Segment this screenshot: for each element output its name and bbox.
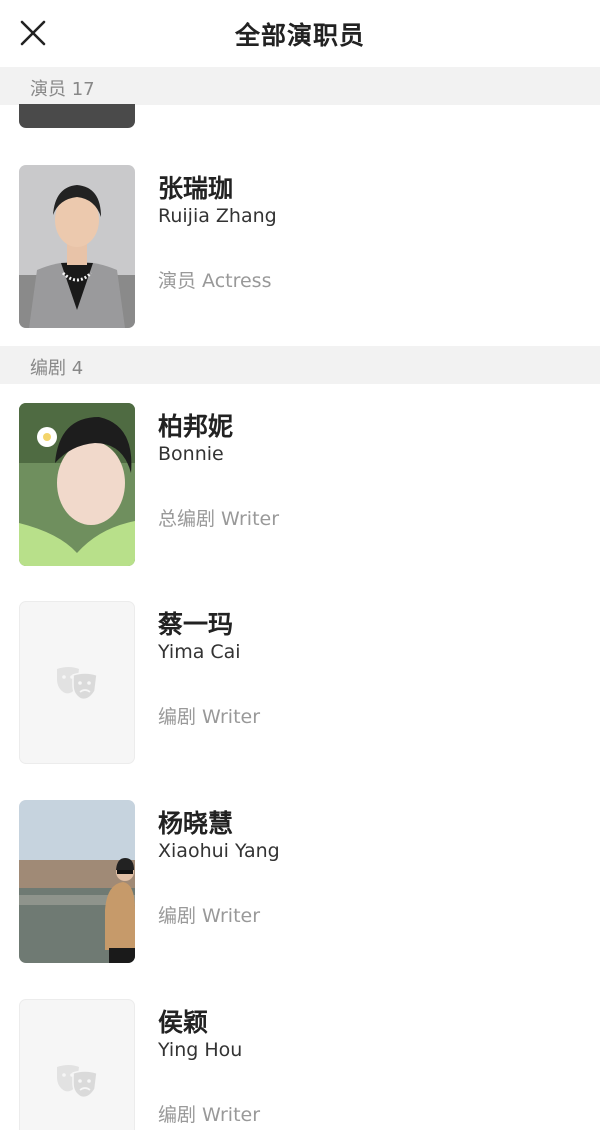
person-name-en: Bonnie — [158, 443, 224, 465]
person-name-en: Yima Cai — [158, 641, 241, 663]
person-name-en: Ruijia Zhang — [158, 205, 277, 227]
partial-photo[interactable] — [19, 104, 135, 128]
page-title: 全部演职员 — [234, 21, 365, 50]
list-item[interactable]: 杨晓慧 Xiaohui Yang 编剧 Writer — [0, 800, 600, 966]
person-name-en: Ying Hou — [158, 1039, 243, 1061]
section-header-actors: 演员 17 — [0, 67, 600, 105]
person-name-cn: 侯颖 — [158, 1008, 209, 1037]
person-name-cn: 张瑞珈 — [158, 174, 234, 203]
section-header-writers: 编剧 4 — [0, 346, 600, 384]
avatar — [19, 800, 135, 963]
list-item[interactable]: 柏邦妮 Bonnie 总编剧 Writer — [0, 403, 600, 569]
person-role: 编剧 Writer — [158, 905, 261, 927]
person-name-cn: 蔡一玛 — [158, 610, 234, 639]
top-bar: 全部演职员 — [0, 0, 600, 66]
section-label: 编剧 4 — [30, 358, 84, 379]
theater-masks-icon — [57, 1064, 98, 1098]
person-name-cn: 杨晓慧 — [158, 809, 234, 838]
avatar — [19, 165, 135, 328]
person-name-cn: 柏邦妮 — [158, 412, 234, 441]
theater-masks-icon — [57, 666, 98, 700]
list-item[interactable]: 蔡一玛 Yima Cai 编剧 Writer — [0, 601, 600, 767]
list-item[interactable]: 张瑞珈 Ruijia Zhang 演员 Actress — [0, 165, 600, 331]
avatar-placeholder — [19, 601, 135, 764]
avatar-placeholder — [19, 999, 135, 1130]
list-item[interactable]: 侯颖 Ying Hou 编剧 Writer — [0, 999, 600, 1130]
person-role: 编剧 Writer — [158, 1104, 261, 1126]
person-role: 编剧 Writer — [158, 706, 261, 728]
avatar — [19, 403, 135, 566]
section-label: 演员 17 — [30, 79, 95, 100]
person-role: 演员 Actress — [158, 270, 272, 292]
person-role: 总编剧 Writer — [158, 508, 280, 530]
person-name-en: Xiaohui Yang — [158, 840, 280, 862]
